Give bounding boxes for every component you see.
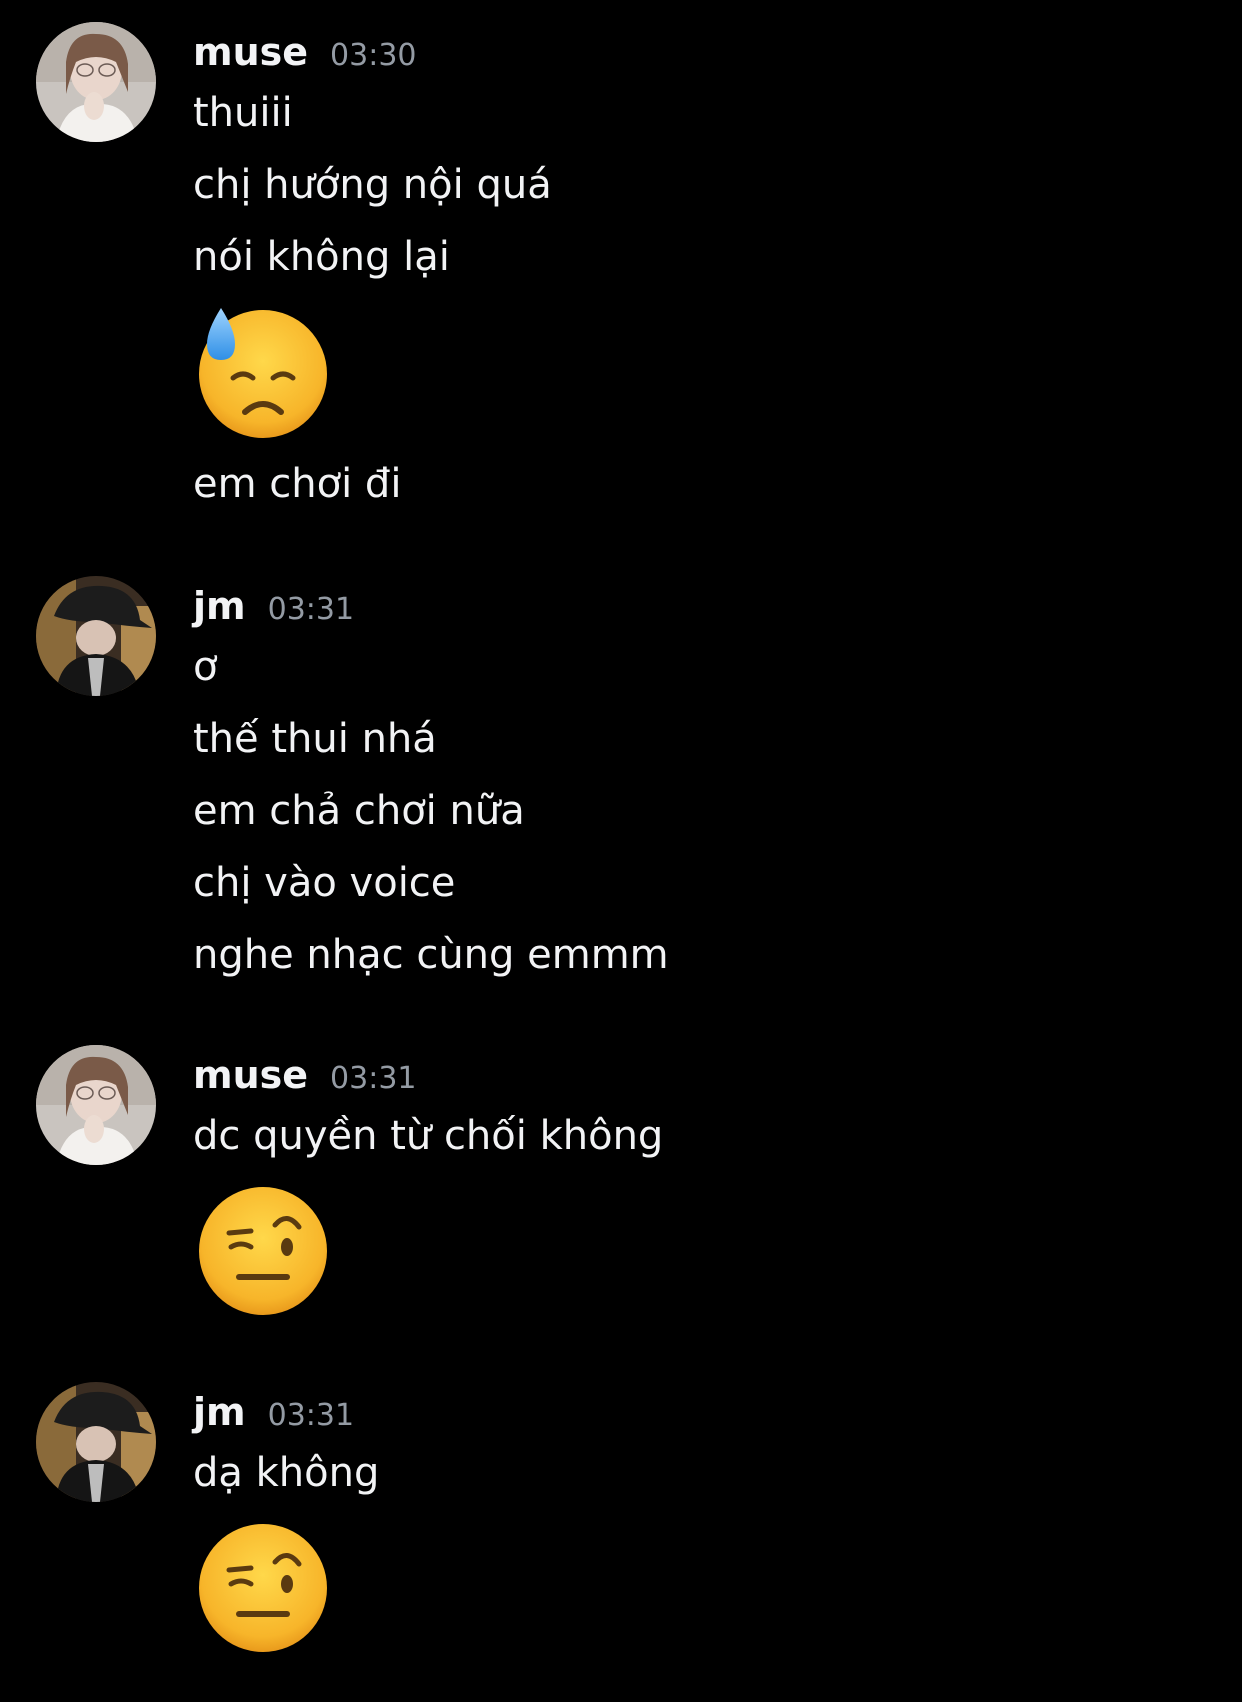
message-header: muse 03:30 [193, 30, 417, 80]
username[interactable]: jm [193, 584, 246, 628]
user-avatar[interactable] [36, 22, 156, 142]
username[interactable]: jm [193, 1390, 246, 1434]
message-text: dạ không [193, 1450, 380, 1496]
timestamp: 03:30 [330, 38, 417, 73]
message-text: nghe nhạc cùng emmm [193, 932, 669, 978]
message-text: ơ [193, 644, 218, 690]
timestamp: 03:31 [267, 592, 355, 627]
message-text: em chả chơi nữa [193, 788, 525, 834]
timestamp: 03:31 [267, 1398, 355, 1433]
message-text: thuiii [193, 90, 293, 136]
message-header: jm 03:31 [193, 1390, 354, 1440]
message-text: em chơi đi [193, 461, 402, 507]
face-with-raised-eyebrow-icon [193, 1518, 333, 1658]
username[interactable]: muse [193, 30, 308, 74]
message-text: chị vào voice [193, 860, 456, 906]
message-text: thế thui nhá [193, 716, 437, 762]
message-header: muse 03:31 [193, 1053, 417, 1103]
downcast-face-with-sweat-icon [193, 300, 333, 440]
user-avatar[interactable] [36, 576, 156, 696]
timestamp: 03:31 [330, 1061, 417, 1096]
username[interactable]: muse [193, 1053, 308, 1097]
user-avatar[interactable] [36, 1045, 156, 1165]
message-text: chị hướng nội quá [193, 162, 552, 208]
message-text: nói không lại [193, 234, 450, 280]
message-header: jm 03:31 [193, 584, 354, 634]
user-avatar[interactable] [36, 1382, 156, 1502]
face-with-raised-eyebrow-icon [193, 1181, 333, 1321]
message-text: dc quyền từ chối không [193, 1113, 664, 1159]
